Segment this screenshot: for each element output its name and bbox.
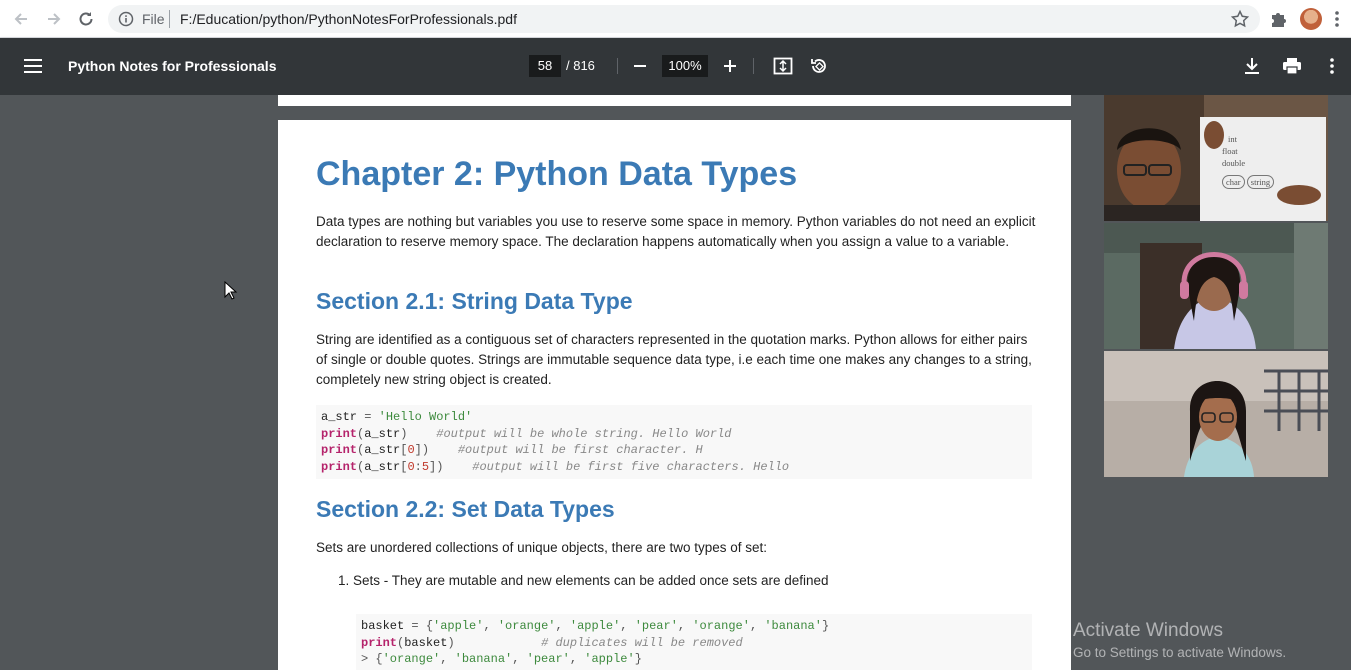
code-block-sets: basket = {'apple', 'orange', 'apple', 'p… [356,614,1032,670]
rotate-icon[interactable] [807,54,831,78]
omnibox-divider [169,10,170,28]
whiteboard-word: float [1222,146,1238,156]
chapter-title: Chapter 2: Python Data Types [316,155,798,193]
list-item: 1. Sets - They are mutable and new eleme… [338,573,829,588]
sidebar-menu-icon[interactable] [24,57,44,75]
browser-toolbar: File F:/Education/python/PythonNotesForP… [0,0,1351,38]
print-icon[interactable] [1280,54,1304,78]
section-2-1-title: Section 2.1: String Data Type [316,288,633,314]
video-tile-teacher: int float double char string [1104,95,1328,221]
pdf-toolbar: Python Notes for Professionals 58 / 816 … [0,38,1351,95]
code-line: print(a_str[0]) #output will be first ch… [321,443,703,457]
video-tile-student-1 [1104,223,1328,349]
scheme-label: File [142,11,165,27]
zoom-in-icon[interactable] [718,54,742,78]
bookmark-star-icon[interactable] [1230,9,1250,29]
code-line: > {'orange', 'banana', 'pear', 'apple'} [361,652,642,666]
toolbar-divider [617,58,618,74]
info-icon[interactable] [118,11,134,27]
chrome-menu-icon[interactable] [1334,9,1340,29]
address-bar[interactable]: File F:/Education/python/PythonNotesForP… [108,5,1260,33]
pdf-viewer-area[interactable]: Chapter 2: Python Data Types Data types … [0,95,1351,670]
code-line: print(a_str[0:5]) #output will be first … [321,459,790,474]
whiteboard-word: string [1246,175,1275,189]
section-2-2-title: Section 2.2: Set Data Types [316,496,615,522]
whiteboard-word: double [1222,158,1246,168]
more-options-icon[interactable] [1320,54,1344,78]
section-2-1-paragraph: String are identified as a contiguous se… [316,332,1032,387]
page-total: / 816 [566,58,595,73]
whiteboard-word: char [1222,175,1245,189]
video-tile-student-2 [1104,351,1328,477]
pdf-page: Chapter 2: Python Data Types Data types … [278,120,1071,670]
toolbar-divider [753,58,754,74]
code-line: a_str = 'Hello World' [321,410,473,424]
reload-icon[interactable] [74,7,98,31]
code-line: print(basket) # duplicates will be remov… [361,635,743,650]
zoom-level-input[interactable]: 100% [662,55,708,77]
code-line: basket = {'apple', 'orange', 'apple', 'p… [361,619,830,633]
intro-paragraph: Data types are nothing but variables you… [316,214,1036,249]
code-block-strings: a_str = 'Hello World' print(a_str) #outp… [316,405,1032,479]
download-icon[interactable] [1240,54,1264,78]
forward-arrow-icon[interactable] [42,7,66,31]
document-title: Python Notes for Professionals [68,58,277,74]
extensions-puzzle-icon[interactable] [1268,9,1288,29]
watermark-line-1: Activate Windows [1073,620,1223,641]
fit-to-page-icon[interactable] [771,54,795,78]
page-number-input[interactable]: 58 [529,55,561,77]
zoom-out-icon[interactable] [628,54,652,78]
whiteboard-word: int [1228,134,1237,144]
watermark-line-2: Go to Settings to activate Windows. [1073,645,1287,660]
section-2-2-paragraph: Sets are unordered collections of unique… [316,540,768,555]
activate-windows-watermark: Activate Windows Go to Settings to activ… [1073,620,1286,660]
back-arrow-icon[interactable] [9,7,33,31]
mouse-pointer-icon [224,280,238,301]
whiteboard-words: int float double char string [1222,133,1322,189]
url-text[interactable]: F:/Education/python/PythonNotesForProfes… [180,11,517,27]
previous-page-edge [278,95,1071,106]
profile-avatar[interactable] [1300,8,1322,30]
code-line: print(a_str) #output will be whole strin… [321,426,732,441]
